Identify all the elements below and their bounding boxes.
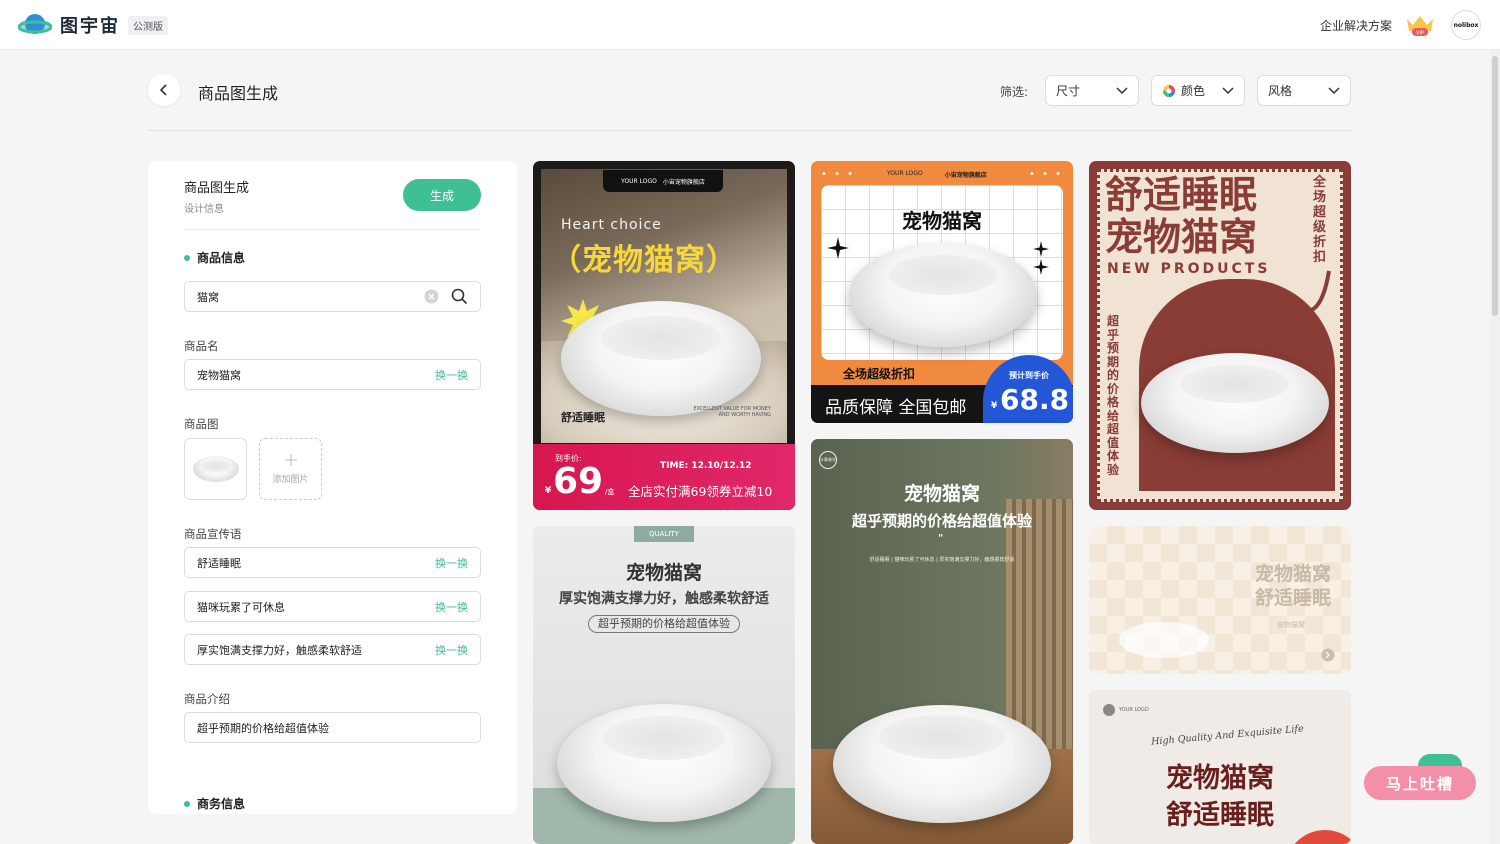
panel-divider (184, 229, 481, 230)
beta-badge: 公测版 (128, 16, 168, 35)
card-logo: 计算美学 (819, 451, 837, 469)
color-filter-value: 颜色 (1181, 84, 1206, 98)
search-value: 猫窝 (197, 290, 219, 304)
color-filter-select[interactable]: 颜色 (1151, 75, 1245, 106)
card-vertical-text: 超乎预期的价格给超值体验 (1107, 314, 1120, 477)
card-logo-bar: YOUR LOGO 小宙宠物旗舰店 (887, 170, 987, 179)
style-filter-select[interactable]: 风格 (1257, 75, 1351, 106)
slogan-field-2[interactable]: 猫咪玩累了可休息 换一换 (184, 591, 481, 622)
card-title: 宠物猫窝 (902, 209, 982, 233)
page-title: 商品图生成 (198, 84, 279, 103)
template-card-1[interactable]: YOUR LOGO 小宙宠物旗舰店 Heart choice （宠物猫窝） 舒适睡… (533, 161, 795, 510)
add-image-label: 添加图片 (272, 474, 309, 485)
sparkle-icon (1033, 259, 1049, 275)
template-card-3[interactable]: 舒适睡眠 宠物猫窝 NEW PRODUCTS 全场超级折扣 超乎预期的价格给超值… (1089, 161, 1351, 510)
card-title: 宠物猫窝 (625, 562, 702, 584)
search-icon[interactable] (451, 288, 468, 305)
arrow-right-icon (1321, 648, 1335, 662)
chevron-down-icon (1328, 86, 1340, 94)
slogan-label: 商品宣传语 (184, 527, 242, 541)
top-bar: 图宇宙 公测版 企业解决方案 VIP nolibox (0, 0, 1500, 50)
logo-icon (1103, 704, 1115, 716)
planet-logo-icon[interactable] (18, 11, 52, 39)
slogan-value: 猫咪玩累了可休息 (197, 600, 285, 614)
swap-slogan-1-button[interactable]: 换一换 (435, 555, 468, 571)
card-slogan: 品质保障 全国包邮 (825, 398, 967, 418)
swap-slogan-3-button[interactable]: 换一换 (435, 642, 468, 658)
panel-title: 商品图生成 (184, 181, 250, 196)
section-product-info: 商品信息 (184, 249, 245, 266)
slogan-field-1[interactable]: 舒适睡眠 换一换 (184, 547, 481, 578)
sparkle-icon (1033, 241, 1049, 257)
template-card-2[interactable]: • • • • • • YOUR LOGO 小宙宠物旗舰店 宠物猫窝 全场超级折扣… (811, 161, 1073, 423)
card-title: 宠物猫窝 (1166, 763, 1274, 794)
intro-label: 商品介绍 (184, 692, 230, 706)
card-en-heading: Heart choice (561, 217, 662, 233)
sparkle-icon (827, 237, 849, 259)
card-small-text: 舒适睡眠 | 猫咪玩累了可休息 | 厚实饱满支撑力好，触感柔软舒适 (869, 557, 1015, 563)
card-small-text: EXCELLENT VALUE FOR MONEY AND WORTH HAVI… (693, 406, 771, 418)
size-filter-select[interactable]: 尺寸 (1045, 75, 1139, 106)
product-name-field[interactable]: 宠物猫窝 换一换 (184, 359, 481, 390)
card-discount: 全场超级折扣 (843, 367, 916, 381)
color-wheel-icon (1163, 84, 1175, 97)
intro-value: 超乎预期的价格给超值体验 (197, 721, 329, 735)
slogan-value: 舒适睡眠 (197, 556, 241, 570)
card-price: 69 (553, 461, 604, 502)
card-price: 68.8 (1000, 383, 1070, 416)
product-search-input[interactable]: 猫窝 (184, 281, 481, 312)
vip-crown-icon[interactable]: VIP (1404, 13, 1436, 37)
product-image-thumbnail[interactable] (184, 438, 247, 500)
design-info-panel: 商品图生成 设计信息 生成 商品信息 猫窝 商品名 宠物猫窝 换一换 商品图 添… (148, 161, 517, 814)
card-logo-bar: YOUR LOGO 小宙宠物旗舰店 (603, 170, 723, 192)
intro-field[interactable]: 超乎预期的价格给超值体验 (184, 712, 481, 743)
card-tag: 舒适睡眠 (561, 411, 605, 424)
svg-text:VIP: VIP (1416, 31, 1424, 37)
card-subtitle: 厚实饱满支撑力好，触感柔软舒适 (559, 591, 769, 607)
chevron-down-icon (1222, 86, 1234, 94)
size-filter-value: 尺寸 (1056, 84, 1081, 98)
template-card-7[interactable]: YOUR LOGO High Quality And Exquisite Lif… (1089, 690, 1351, 844)
panel-subtitle: 设计信息 (184, 204, 224, 215)
filter-label: 筛选: (1000, 85, 1029, 99)
clear-icon[interactable] (424, 289, 439, 304)
feedback-button[interactable]: 马上吐槽 (1364, 766, 1476, 800)
squiggle-icon (1232, 270, 1331, 342)
chevron-left-icon (159, 84, 167, 96)
template-card-5[interactable]: 计算美学 宠物猫窝 超乎预期的价格给超值体验 " 舒适睡眠 | 猫咪玩累了可休息… (811, 439, 1073, 844)
product-name-label: 商品名 (184, 339, 219, 353)
add-image-button[interactable]: 添加图片 (259, 438, 322, 500)
chevron-down-icon (1116, 86, 1128, 94)
card-title: 宠物猫窝 (903, 483, 980, 505)
card-logo: YOUR LOGO (1103, 704, 1149, 716)
card-badge: QUALITY (634, 526, 694, 542)
template-card-6[interactable]: 宠物猫窝 舒适睡眠 宠物猫窝 (1089, 526, 1351, 674)
template-card-4[interactable]: QUALITY 宠物猫窝 厚实饱满支撑力好，触感柔软舒适 超乎预期的价格给超值体… (533, 526, 795, 844)
enterprise-solutions-link[interactable]: 企业解决方案 (1320, 17, 1392, 34)
header-divider (148, 130, 1352, 131)
slogan-value: 厚实饱满支撑力好，触感柔软舒适 (197, 643, 362, 657)
card-title: （宠物猫窝） (551, 243, 737, 278)
page-scrollbar-thumb[interactable] (1492, 56, 1498, 316)
card-pill: 超乎预期的价格给超值体验 (588, 615, 740, 633)
product-image-label: 商品图 (184, 417, 219, 431)
product-name-value: 宠物猫窝 (197, 368, 241, 382)
swap-product-name-button[interactable]: 换一换 (435, 367, 468, 383)
slogan-field-3[interactable]: 厚实饱满支撑力好，触感柔软舒适 换一换 (184, 634, 481, 665)
card-subtitle: 超乎预期的价格给超值体验 (851, 512, 1032, 530)
swap-slogan-2-button[interactable]: 换一换 (435, 599, 468, 615)
style-filter-value: 风格 (1268, 84, 1293, 98)
card-side-text: 全场超级折扣 (1313, 175, 1327, 265)
brand-name[interactable]: 图宇宙 (60, 12, 120, 38)
card-promo: 全店实付满69领券立减10 (628, 484, 773, 499)
plus-icon (284, 453, 297, 466)
card-script-text: High Quality And Exquisite Life (1150, 723, 1305, 748)
generate-button[interactable]: 生成 (403, 179, 481, 211)
back-button[interactable] (148, 74, 180, 106)
section-business-info: 商务信息 (184, 795, 245, 812)
user-avatar[interactable]: nolibox (1451, 10, 1481, 40)
